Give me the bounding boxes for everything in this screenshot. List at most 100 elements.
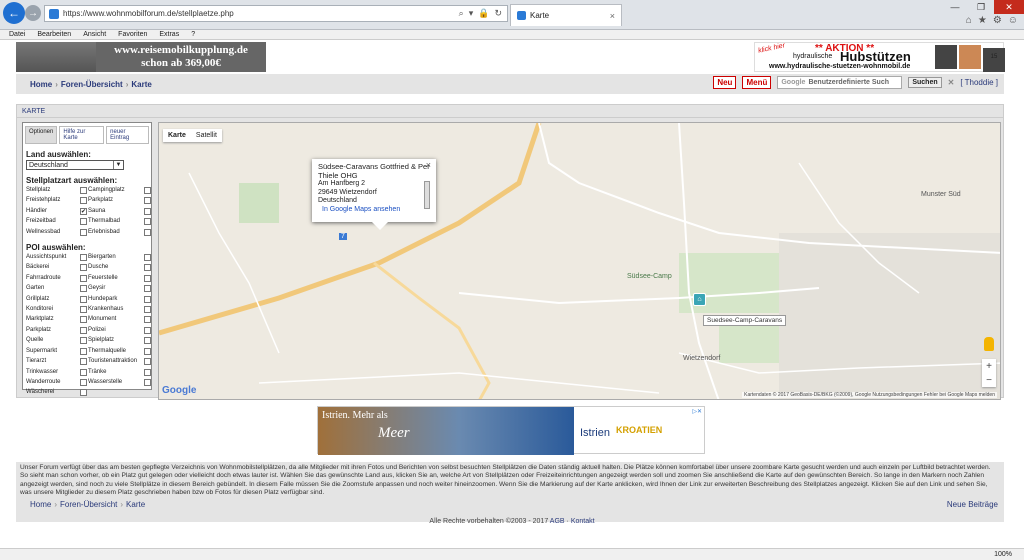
home-icon[interactable]: ⌂ [966,15,972,26]
zoom-level[interactable]: 100% [994,551,1012,558]
menu-help[interactable]: ? [191,31,195,38]
stellplatz-checkbox[interactable] [80,218,87,226]
footer-karte[interactable]: Karte [126,500,145,509]
search-icon[interactable]: ⌕ [459,8,464,19]
copyright: Alle Rechte vorbehalten ©2003 - 2017 AGB… [429,518,595,525]
menu-button[interactable]: Menü [742,76,772,89]
close-window-icon[interactable]: ✕ [994,0,1024,14]
stellplatz-checkbox[interactable]: ✔ [80,207,87,215]
menu-bearbeiten[interactable]: Bearbeiten [37,31,71,38]
menu-datei[interactable]: Datei [9,31,25,38]
ad-klick: klick hier [757,42,786,55]
poi-checkbox[interactable] [144,274,151,282]
ad-banner-istrien[interactable]: Istrien. Mehr als Meer Istrien KROATIEN … [317,406,705,455]
poi-checkbox[interactable] [80,316,87,324]
stellplatz-checkbox[interactable] [144,218,151,226]
address-bar[interactable]: https://www.wohnmobilforum.de/stellplaet… [44,5,508,22]
back-button[interactable]: ← [3,2,25,24]
minimize-icon[interactable]: — [942,0,968,14]
poi-checkbox[interactable] [144,285,151,293]
footer-neue-beitraege[interactable]: Neue Beiträge [947,500,1004,509]
tab-hilfe[interactable]: Hilfe zur Karte [59,126,105,144]
poi-checkbox[interactable] [80,347,87,355]
stellplatz-checkbox[interactable] [80,197,87,205]
stellplatz-checkbox[interactable] [144,228,151,236]
stellplatz-checkbox[interactable] [80,228,87,236]
map-type-karte[interactable]: Karte [163,129,191,142]
land-select[interactable]: Deutschland ▼ [26,160,124,170]
clear-search-icon[interactable]: ✕ [948,78,955,87]
map-label-wietzendorf: Wietzendorf [683,355,721,362]
poi-checkbox[interactable] [80,368,87,376]
poi-checkbox[interactable] [80,264,87,272]
kontakt-link[interactable]: Kontakt [571,518,595,525]
poi-checkbox[interactable] [80,254,87,262]
menu-extras[interactable]: Extras [159,31,179,38]
poi-checkbox[interactable] [144,378,151,386]
maximize-icon[interactable]: ❐ [968,0,994,14]
adchoices-icon[interactable]: ▷✕ [692,408,702,415]
stellplatz-checkbox[interactable] [144,187,151,194]
footer-forum[interactable]: Foren-Übersicht [60,500,117,509]
poi-checkbox[interactable] [144,347,151,355]
ad-banner-hubstuetzen[interactable]: klick hier ** AKTION ** hydraulische Hub… [754,42,1005,72]
poi-checkbox[interactable] [144,326,151,334]
ad-banner-kupplung[interactable]: www.reisemobilkupplung.de schon ab 369,0… [16,42,266,72]
menu-ansicht[interactable]: Ansicht [83,31,106,38]
poi-checkbox[interactable] [144,306,151,314]
search-input[interactable]: Google Benutzerdefinierte Such [777,76,903,89]
search-button[interactable]: Suchen [908,77,942,88]
street-view-pegman-icon[interactable] [984,337,994,351]
stellplatz-checkbox[interactable] [144,207,151,215]
map-type-satellit[interactable]: Satellit [191,129,222,142]
browser-tab[interactable]: Karte × [510,4,622,26]
stellplatz-checkbox[interactable] [144,197,151,205]
poi-checkbox[interactable] [144,295,151,303]
poi-label: Wanderroute [26,378,61,385]
poi-checkbox[interactable] [144,337,151,345]
footer-home[interactable]: Home [30,500,51,509]
poi-checkbox[interactable] [80,306,87,314]
poi-checkbox[interactable] [80,358,87,366]
popup-link[interactable]: In Google Maps ansehen [322,206,430,215]
tab-optionen[interactable]: Optionen [25,126,58,144]
poi-checkbox[interactable] [80,274,87,282]
poi-checkbox[interactable] [80,389,87,397]
menu-favoriten[interactable]: Favoriten [118,31,147,38]
poi-checkbox[interactable] [80,285,87,293]
poi-checkbox[interactable] [144,316,151,324]
user-link[interactable]: [ Thoddie ] [960,78,998,87]
forward-button[interactable]: → [25,5,41,21]
poi-checkbox[interactable] [144,264,151,272]
google-map[interactable]: Karte Satellit Südsee-Caravans Gottfried… [158,122,1001,400]
breadcrumb-home[interactable]: Home [30,80,52,89]
poi-checkbox[interactable] [144,368,151,376]
zoom-out-button[interactable]: − [982,373,996,387]
zoom-in-button[interactable]: + [982,359,996,373]
poi-checkbox[interactable] [80,337,87,345]
neu-button[interactable]: Neu [713,76,737,89]
stellplatz-checkbox[interactable] [80,187,87,194]
breadcrumb-forum[interactable]: Foren-Übersicht [61,80,123,89]
lock-icon[interactable]: 🔒 [478,8,489,19]
poi-checkbox[interactable] [144,358,151,366]
poi-checkbox[interactable] [80,295,87,303]
poi-checkbox[interactable] [144,254,151,262]
smiley-icon[interactable]: ☺ [1008,15,1018,26]
close-icon[interactable]: × [426,161,431,170]
breadcrumb-karte[interactable]: Karte [131,80,151,89]
new-tab-button[interactable] [624,6,642,24]
gear-icon[interactable]: ⚙ [993,15,1002,26]
star-icon[interactable]: ★ [978,15,987,26]
dropdown-icon[interactable]: ▾ [469,8,474,19]
campsite-marker[interactable]: ⌂ [693,293,706,306]
map-section: Optionen Hilfe zur Karte neuer Eintrag L… [16,118,1004,400]
close-tab-icon[interactable]: × [610,11,615,21]
map-attribution[interactable]: Kartendaten © 2017 GeoBasis-DE/BKG (©200… [742,392,997,398]
refresh-icon[interactable]: ↻ [494,8,502,19]
tab-neuer-eintrag[interactable]: neuer Eintrag [106,126,149,144]
agb-link[interactable]: AGB [550,518,565,525]
poi-checkbox[interactable] [80,326,87,334]
popup-scrollbar[interactable] [424,181,430,209]
poi-checkbox[interactable] [80,378,87,386]
